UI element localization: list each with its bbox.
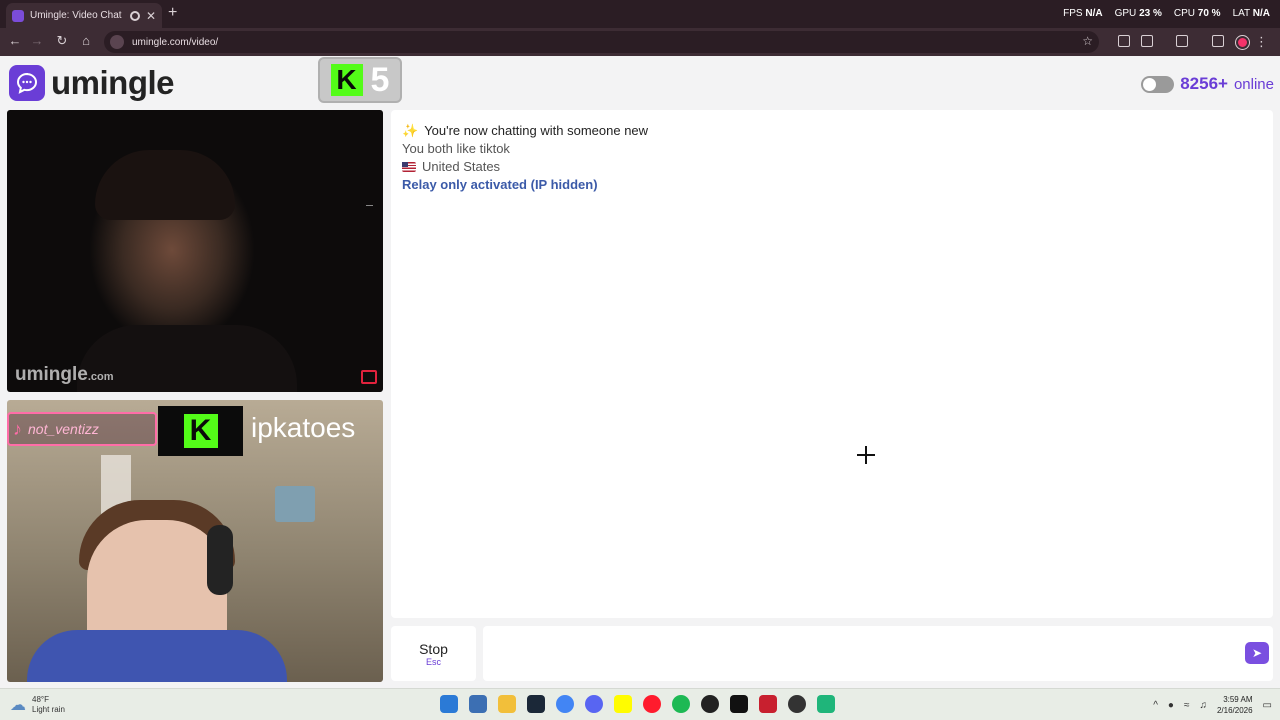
stop-button[interactable]: Stop Esc	[391, 626, 476, 681]
kick-badge: K	[158, 406, 243, 456]
browser-tab[interactable]: Umingle: Video Chat with S ✕	[6, 3, 162, 28]
kick-username: ipkatoes	[251, 412, 356, 443]
kick-logo-icon: K	[330, 64, 363, 96]
terminal-icon[interactable]	[730, 695, 748, 713]
media-controls-icon[interactable]	[1212, 35, 1224, 47]
new-tab-button[interactable]: +	[168, 4, 177, 22]
report-flag-icon[interactable]	[361, 370, 377, 384]
chat-panel: ✨ You're now chatting with someone new Y…	[391, 110, 1273, 618]
profile-avatar-icon[interactable]	[1236, 36, 1249, 49]
theme-toggle[interactable]	[1141, 75, 1175, 93]
kick-overlay-count: 5	[370, 60, 390, 99]
cast-icon[interactable]	[1176, 35, 1188, 47]
stranger-hair	[95, 150, 235, 220]
app-icon[interactable]	[788, 695, 806, 713]
chat-bubble-logo-icon	[9, 65, 45, 101]
online-count: 8256+	[1180, 74, 1228, 93]
bookmark-star-icon[interactable]: ☆	[1082, 34, 1093, 48]
online-indicator: 8256+ online	[1141, 74, 1274, 94]
url-text[interactable]: umingle.com/video/	[132, 37, 218, 48]
extension-icon[interactable]	[1118, 35, 1130, 47]
perf-lat: LAT N/A	[1232, 8, 1270, 19]
rockstar-icon[interactable]	[759, 695, 777, 713]
system-tray: ^ ● ≈ ♫ 3:59 AM 2/16/2026 ▭	[1153, 694, 1272, 716]
relay-status: Relay only activated (IP hidden)	[402, 177, 598, 192]
video-watermark: umingle.com	[15, 364, 114, 385]
obs-icon[interactable]	[701, 695, 719, 713]
video-artifact	[366, 205, 373, 206]
address-bar[interactable]: umingle.com/video/ ☆	[104, 31, 1099, 53]
file-explorer-icon[interactable]	[498, 695, 516, 713]
weather-desc: Light rain	[32, 705, 65, 714]
chat-system-message: ✨ You're now chatting with someone new	[402, 123, 649, 138]
chevron-up-icon[interactable]: ^	[1153, 700, 1158, 711]
app-icon-2[interactable]	[817, 695, 835, 713]
windows-taskbar: ☁ 48°F Light rain ^ ● ≈ ♫ 3:59 AM 2/16/2…	[0, 688, 1280, 720]
site-info-icon[interactable]	[110, 35, 124, 49]
chrome-icon[interactable]	[556, 695, 574, 713]
headphones	[207, 525, 233, 595]
notification-icon[interactable]: ▭	[1263, 700, 1272, 711]
common-interests: You both like tiktok	[402, 141, 510, 156]
reload-icon[interactable]: ↻	[53, 33, 71, 49]
perf-fps: FPS N/A	[1063, 8, 1103, 19]
clock[interactable]: 3:59 AM 2/16/2026	[1217, 694, 1253, 716]
address-toolbar: ← → ↻ ⌂ umingle.com/video/ ☆ ⋮	[0, 28, 1280, 56]
umingle-logo[interactable]: umingle	[9, 64, 175, 102]
us-flag-icon	[402, 162, 416, 172]
performance-overlay: FPS N/A GPU 23 % CPU 70 % LAT N/A	[1063, 8, 1270, 19]
pinned-apps	[440, 695, 835, 713]
perf-cpu: CPU 70 %	[1173, 8, 1221, 19]
tab-title: Umingle: Video Chat with S	[30, 10, 124, 21]
kick-follower-overlay: K 5	[318, 57, 402, 103]
snapchat-icon[interactable]	[614, 695, 632, 713]
opera-icon[interactable]	[643, 695, 661, 713]
wifi-icon[interactable]: ≈	[1184, 700, 1190, 711]
discord-icon[interactable]	[585, 695, 603, 713]
home-icon[interactable]: ⌂	[77, 33, 95, 48]
tiktok-handle: not_ventizz	[28, 421, 99, 437]
weather-temp: 48°F	[32, 695, 49, 704]
extensions-puzzle-icon[interactable]	[1141, 35, 1153, 47]
tab-strip: Umingle: Video Chat with S ✕ + FPS N/A G…	[0, 0, 1280, 28]
perf-gpu: GPU 23 %	[1114, 8, 1162, 19]
close-tab-icon[interactable]: ✕	[146, 9, 156, 23]
start-windows-icon[interactable]	[440, 695, 458, 713]
self-video: ♪ not_ventizz K ipkatoes	[7, 400, 383, 682]
umingle-page: umingle K 5 8256+ online umingle.com ♪ n…	[0, 56, 1280, 688]
chat-log: ✨ You're now chatting with someone new Y…	[402, 122, 648, 194]
sparkles-icon: ✨	[402, 123, 419, 138]
logo-text: umingle	[51, 64, 175, 101]
kick-logo-icon: K	[183, 414, 218, 448]
stranger-country: United States	[402, 158, 648, 176]
background-poster	[275, 486, 315, 522]
store-icon[interactable]	[469, 695, 487, 713]
stop-shortcut: Esc	[425, 656, 441, 667]
forward-arrow-icon[interactable]: →	[28, 33, 46, 48]
back-arrow-icon[interactable]: ←	[6, 33, 24, 48]
online-label: online	[1233, 75, 1274, 93]
weather-widget[interactable]: ☁ 48°F Light rain	[10, 695, 65, 715]
microphone-icon[interactable]: ●	[1168, 700, 1174, 711]
spotify-icon[interactable]	[672, 695, 690, 713]
send-icon[interactable]: ➤	[1245, 642, 1269, 664]
tiktok-handle-overlay: ♪ not_ventizz	[7, 412, 157, 446]
steam-icon[interactable]	[527, 695, 545, 713]
message-input[interactable]	[483, 626, 1273, 681]
stranger-video: umingle.com	[7, 110, 383, 392]
umingle-favicon-icon	[12, 9, 24, 22]
mouse-crosshair-cursor	[857, 446, 875, 464]
volume-icon[interactable]: ♫	[1199, 700, 1207, 711]
audio-playing-icon[interactable]	[129, 10, 140, 21]
cloud-rain-icon: ☁	[10, 697, 26, 714]
tiktok-icon: ♪	[13, 418, 22, 439]
browser-menu-icon[interactable]: ⋮	[1255, 34, 1268, 50]
self-shirt	[27, 630, 287, 682]
stop-label: Stop	[419, 640, 448, 657]
